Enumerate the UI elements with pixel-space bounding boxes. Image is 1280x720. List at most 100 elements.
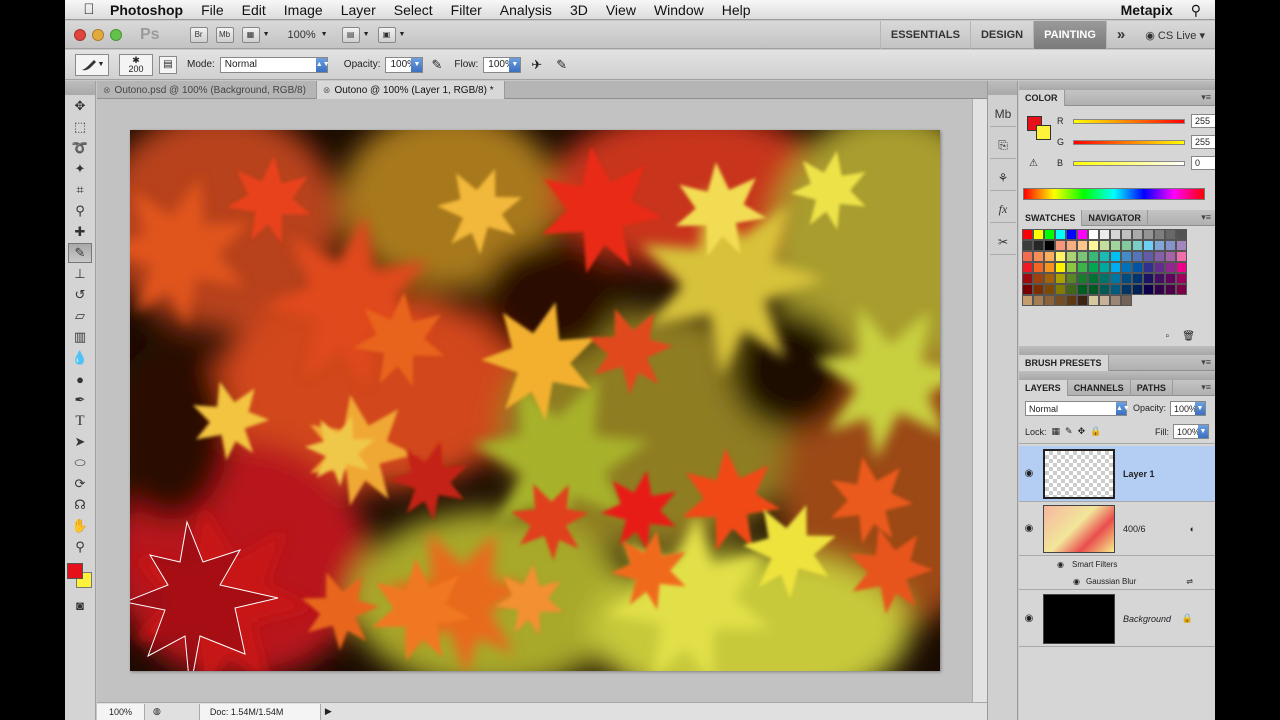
- visibility-eye-icon[interactable]: ◉: [1019, 523, 1039, 534]
- zoom-field[interactable]: 100%: [97, 703, 145, 720]
- close-window-button[interactable]: [74, 28, 86, 41]
- launch-bridge-button[interactable]: Br: [189, 26, 208, 43]
- color-spectrum[interactable]: [1023, 188, 1205, 200]
- lock-transparency-icon[interactable]: ▦: [1052, 426, 1061, 437]
- new-swatch-icon[interactable]: ▫: [1165, 331, 1169, 342]
- panel-menu-icon[interactable]: ▾≡: [1201, 382, 1211, 393]
- panel-menu-icon[interactable]: ▾≡: [1201, 92, 1211, 103]
- layer-row-layer-1[interactable]: ◉ Layer 1: [1019, 446, 1215, 502]
- history-brush-tool-icon[interactable]: ↺: [68, 285, 92, 305]
- tab-outono-psd[interactable]: ⊗ Outono.psd @ 100% (Background, RGB/8): [97, 81, 317, 99]
- airbrush-icon[interactable]: ✈: [531, 57, 542, 73]
- styles-panel-icon[interactable]: fx: [990, 197, 1016, 223]
- opacity-input[interactable]: 100% ▼: [385, 56, 424, 73]
- workspace-essentials[interactable]: ESSENTIALS: [879, 21, 970, 49]
- crop-tool-icon[interactable]: ⌗: [68, 180, 92, 200]
- clone-stamp-tool-icon[interactable]: ⊥: [68, 264, 92, 284]
- color-panel-background[interactable]: [1036, 125, 1051, 140]
- lock-image-icon[interactable]: ✎: [1065, 426, 1073, 437]
- gradient-tool-icon[interactable]: ▥: [68, 327, 92, 347]
- brush-tool-icon[interactable]: ✎: [68, 243, 92, 263]
- red-value[interactable]: 255: [1191, 114, 1215, 128]
- history-panel-icon[interactable]: ⎘: [990, 133, 1016, 159]
- view-extras-button[interactable]: ▦: [241, 26, 260, 43]
- shape-tool-icon[interactable]: ⬭: [68, 453, 92, 473]
- smart-filters-row[interactable]: ◉ Smart Filters: [1019, 556, 1215, 573]
- type-tool-icon[interactable]: T: [68, 411, 92, 431]
- arrange-documents-button[interactable]: ▤: [341, 26, 360, 43]
- zoom-window-button[interactable]: [110, 28, 122, 41]
- workspace-design[interactable]: DESIGN: [969, 21, 1033, 49]
- smart-filters-eye-icon[interactable]: ◉: [1057, 560, 1064, 569]
- layer-row-background[interactable]: ◉ Background 🔒: [1019, 591, 1215, 647]
- path-selection-tool-icon[interactable]: ➤: [68, 432, 92, 452]
- blue-slider[interactable]: [1073, 160, 1185, 166]
- 3d-orbit-tool-icon[interactable]: ☊: [68, 495, 92, 515]
- quick-selection-tool-icon[interactable]: ✦: [68, 159, 92, 179]
- close-tab-icon[interactable]: ⊗: [323, 85, 331, 96]
- minimize-window-button[interactable]: [92, 28, 104, 41]
- vertical-scrollbar[interactable]: [972, 99, 987, 702]
- tab-channels[interactable]: CHANNELS: [1068, 379, 1131, 396]
- tab-layers[interactable]: LAYERS: [1019, 379, 1068, 396]
- layer-name[interactable]: 400/6: [1123, 524, 1146, 534]
- blue-value[interactable]: 0: [1191, 156, 1215, 170]
- zoom-dropdown-icon[interactable]: ▼: [321, 31, 328, 38]
- menu-filter[interactable]: Filter: [442, 2, 491, 18]
- blend-mode-select[interactable]: Normal ▲▼: [1025, 400, 1130, 416]
- layer-name[interactable]: Background: [1123, 614, 1171, 624]
- tab-navigator[interactable]: NAVIGATOR: [1082, 209, 1148, 226]
- menu-help[interactable]: Help: [713, 2, 760, 18]
- panel-menu-icon[interactable]: ▾≡: [1201, 357, 1211, 368]
- status-menu-arrow-icon[interactable]: ▶: [325, 706, 332, 717]
- launch-minibridge-button[interactable]: Mb: [215, 26, 234, 43]
- blur-tool-icon[interactable]: 💧: [68, 348, 92, 368]
- pen-tool-icon[interactable]: ✒: [68, 390, 92, 410]
- filter-blending-options-icon[interactable]: ⇌: [1186, 577, 1193, 586]
- visibility-eye-icon[interactable]: ◉: [1019, 468, 1039, 479]
- tab-brush-presets[interactable]: BRUSH PRESETS: [1019, 354, 1109, 371]
- toggle-brush-panel-button[interactable]: ▤: [159, 55, 177, 74]
- mode-select[interactable]: Normal ▲▼: [219, 56, 330, 73]
- menu-image[interactable]: Image: [275, 2, 332, 18]
- layer-name[interactable]: Layer 1: [1123, 469, 1155, 479]
- apple-icon[interactable]: : [77, 1, 101, 18]
- delete-swatch-icon[interactable]: 🗑: [1182, 331, 1195, 342]
- gamut-warning-icon[interactable]: ⚠: [1029, 158, 1038, 169]
- menu-window[interactable]: Window: [645, 2, 713, 18]
- healing-brush-tool-icon[interactable]: ✚: [68, 222, 92, 242]
- visibility-eye-icon[interactable]: ◉: [1019, 613, 1039, 624]
- tool-presets-panel-icon[interactable]: ✂: [990, 229, 1016, 255]
- workspace-painting[interactable]: PAINTING: [1033, 21, 1106, 49]
- screen-mode-button[interactable]: ▣: [377, 26, 396, 43]
- layer-opacity-input[interactable]: 100% ▼: [1170, 400, 1207, 416]
- dock-grip[interactable]: [988, 81, 1017, 95]
- foreground-color-swatch[interactable]: [67, 563, 83, 579]
- clone-source-panel-icon[interactable]: ⚘: [990, 165, 1016, 191]
- tablet-opacity-pressure-icon[interactable]: ✎: [431, 57, 442, 73]
- zoom-level-select[interactable]: 100%: [288, 29, 316, 41]
- search-icon[interactable]: ⚲: [1191, 2, 1215, 19]
- brush-preset-picker[interactable]: ✱ 200: [119, 53, 153, 76]
- layer-row-400-6[interactable]: ◉ 400/6 ◐: [1019, 502, 1215, 556]
- menubar-user[interactable]: Metapix: [1121, 2, 1191, 18]
- green-value[interactable]: 255: [1191, 135, 1215, 149]
- arrange-dropdown-icon[interactable]: ▼: [363, 31, 370, 38]
- tools-panel-grip[interactable]: [65, 81, 95, 95]
- dodge-tool-icon[interactable]: ●: [68, 369, 92, 389]
- fill-input[interactable]: 100% ▼: [1173, 424, 1209, 439]
- panel-menu-icon[interactable]: ▾≡: [1201, 212, 1211, 223]
- tab-swatches[interactable]: SWATCHES: [1019, 209, 1083, 226]
- marquee-tool-icon[interactable]: ⬚: [68, 117, 92, 137]
- 3d-rotate-tool-icon[interactable]: ⟳: [68, 474, 92, 494]
- lasso-tool-icon[interactable]: ➰: [68, 138, 92, 158]
- lock-position-icon[interactable]: ✥: [1078, 426, 1086, 437]
- menu-app[interactable]: Photoshop: [101, 2, 192, 18]
- menu-layer[interactable]: Layer: [332, 2, 385, 18]
- lock-all-icon[interactable]: 🔒: [1090, 426, 1101, 437]
- quick-mask-icon[interactable]: ◙: [68, 595, 92, 615]
- status-info-icon[interactable]: ◍: [153, 706, 161, 717]
- cs-live-button[interactable]: ◉ CS Live ▾: [1135, 29, 1209, 42]
- menu-edit[interactable]: Edit: [233, 2, 275, 18]
- menu-view[interactable]: View: [597, 2, 645, 18]
